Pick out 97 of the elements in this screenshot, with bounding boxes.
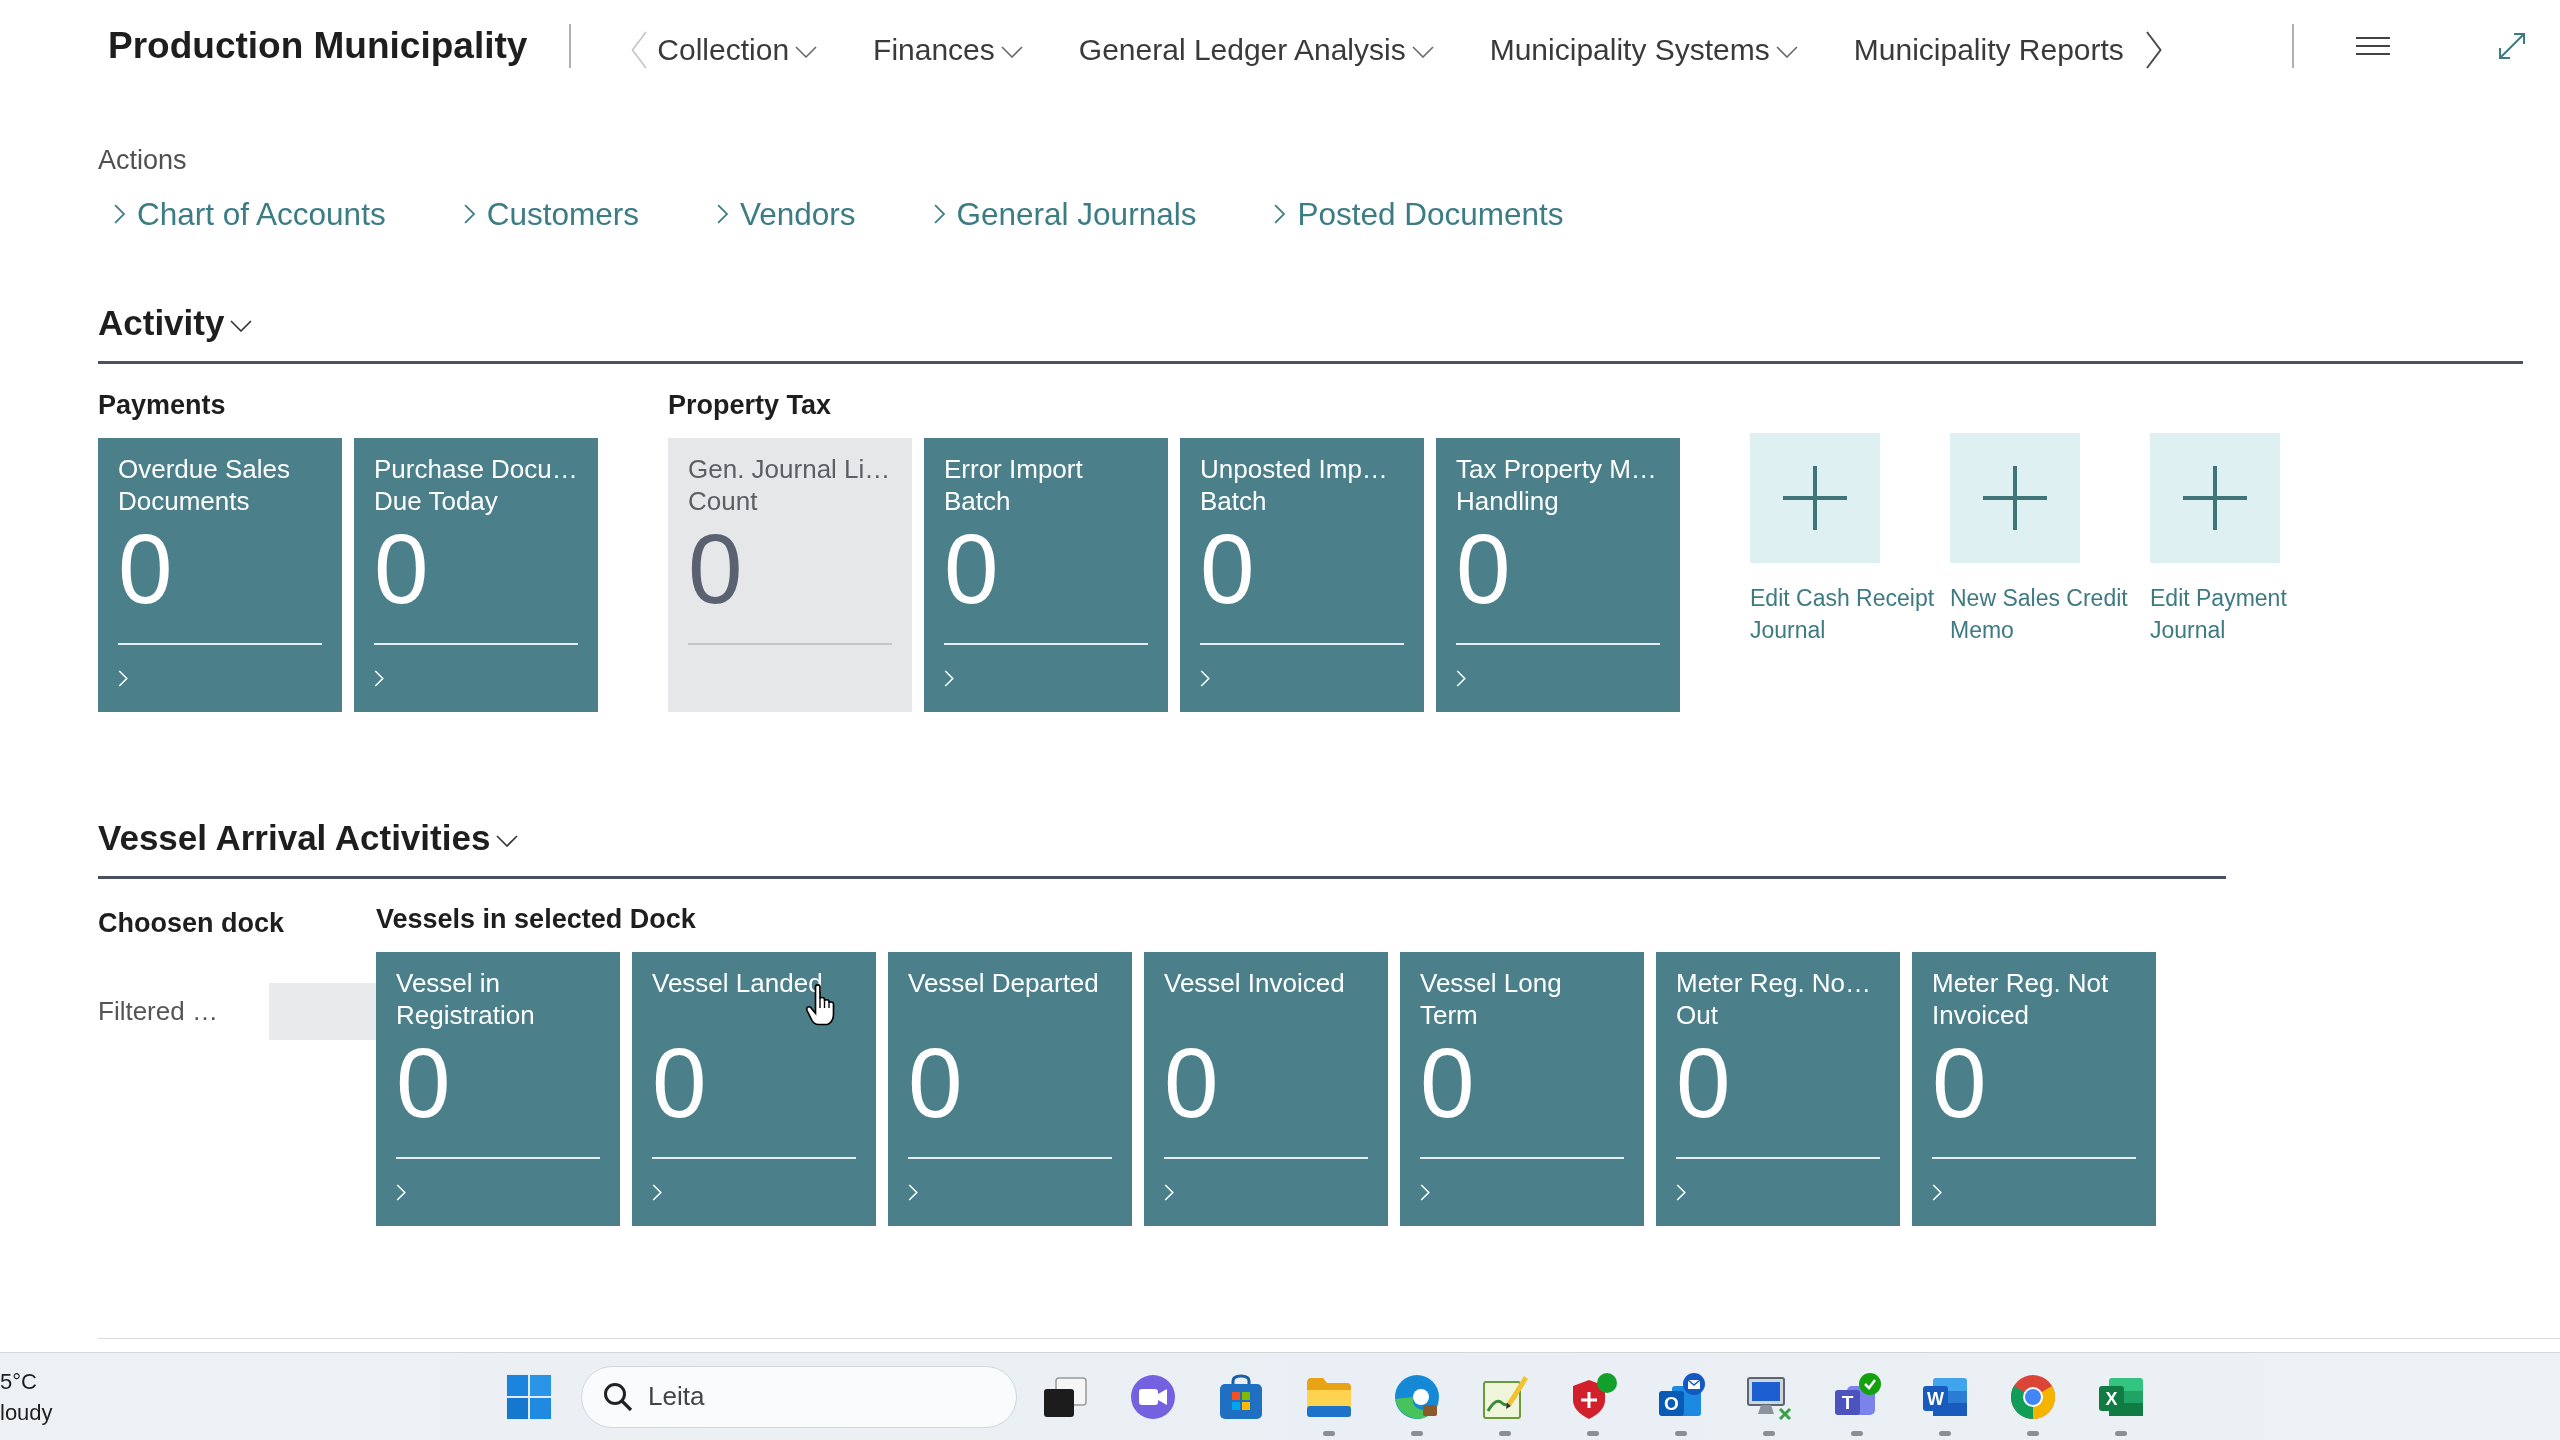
section-toggle[interactable]: Vessel Arrival Activities <box>98 816 519 860</box>
action-link[interactable]: Customers <box>447 196 639 232</box>
chevron-right-icon <box>1200 670 1210 687</box>
nav-menu[interactable]: Municipality Reports <box>1853 33 2124 67</box>
search-icon <box>603 1381 633 1412</box>
tile-title: Unposted Imp… Batch <box>1200 453 1388 517</box>
store-bag-icon[interactable] <box>1217 1372 1265 1421</box>
nav-menu[interactable]: Collection <box>657 33 818 67</box>
cue-tile[interactable]: Vessel Landed 0 <box>632 952 876 1226</box>
tile-count: 0 <box>1420 1033 1475 1133</box>
chevron-right-icon <box>396 1184 406 1201</box>
tile-count: 0 <box>908 1033 963 1133</box>
cue-tile[interactable]: Meter Reg. No… Out 0 <box>1656 952 1900 1226</box>
action-link[interactable]: New Sales Credit Memo <box>1950 582 2146 646</box>
swirl-browser-icon[interactable] <box>1393 1372 1441 1421</box>
action-link[interactable]: Edit Payment Journal <box>2150 582 2346 646</box>
chevron-right-icon <box>1676 1184 1686 1201</box>
tile-title: Purchase Docu… Due Today <box>374 453 578 517</box>
tile-title: Meter Reg. No… Out <box>1676 967 1872 1031</box>
action-tile[interactable] <box>1950 433 2080 563</box>
action-link[interactable]: Posted Documents <box>1258 196 1564 232</box>
chevron-right-icon <box>1456 670 1466 687</box>
tile-title: Vessel Invoiced <box>1164 967 1345 999</box>
tile-count: 0 <box>374 519 429 619</box>
input-field[interactable] <box>269 983 376 1040</box>
field-label: Filtered … <box>98 996 219 1027</box>
cue-tile[interactable]: Vessel Invoiced 0 <box>1144 952 1388 1226</box>
tile-title: Vessel Departed <box>908 967 1099 999</box>
action-link[interactable]: General Journals <box>917 196 1197 232</box>
cue-tile[interactable]: Meter Reg. Not Invoiced 0 <box>1912 952 2156 1226</box>
cue-tile[interactable]: Overdue Sales Documents 0 <box>98 438 342 712</box>
tile-count: 0 <box>944 519 999 619</box>
tile-count: 0 <box>118 519 173 619</box>
cue-tile[interactable]: Error Import Batch 0 <box>924 438 1168 712</box>
chevron-right-icon <box>652 1184 662 1201</box>
action-tile[interactable] <box>2150 433 2280 563</box>
tile-count: 0 <box>1932 1033 1987 1133</box>
tile-count: 0 <box>1164 1033 1219 1133</box>
tile-title: Meter Reg. Not Invoiced <box>1932 967 2109 1031</box>
app-title: Production Municipality <box>108 25 528 67</box>
chevron-right-icon <box>716 204 728 224</box>
tile-title: Vessel in Registration <box>396 967 535 1031</box>
plus-icon <box>1983 466 2047 530</box>
tile-title: Error Import Batch <box>944 453 1083 517</box>
cue-tile[interactable]: Purchase Docu… Due Today 0 <box>354 438 598 712</box>
chevron-right-icon <box>1932 1184 1942 1201</box>
search-field[interactable]: Leita <box>581 1365 1017 1428</box>
action-link[interactable]: Edit Cash Receipt Journal <box>1750 582 1946 646</box>
chevron-right-icon <box>374 670 384 687</box>
chevron-right-icon <box>118 670 128 687</box>
group-title: Choosen dock <box>98 907 286 940</box>
cue-tile[interactable]: Gen. Journal Li… Count 0 <box>668 438 912 712</box>
cue-tile[interactable]: Unposted Imp… Batch 0 <box>1180 438 1424 712</box>
actions-label: Actions <box>98 144 187 177</box>
group-title: Vessels in selected Dock <box>376 903 697 936</box>
weather-condition: loudy <box>0 1398 53 1427</box>
expand-icon[interactable] <box>2497 31 2527 61</box>
start-icon[interactable] <box>506 1373 552 1420</box>
chevron-right-icon <box>1420 1184 1430 1201</box>
nav-menu[interactable]: Finances <box>873 33 1023 67</box>
tile-count: 0 <box>652 1033 707 1133</box>
action-tile[interactable] <box>1750 433 1880 563</box>
action-link[interactable]: Chart of Accounts <box>98 196 386 232</box>
cue-tile[interactable]: Vessel in Registration 0 <box>376 952 620 1226</box>
chevron-right-icon <box>944 670 954 687</box>
nav-menu[interactable]: Municipality Systems <box>1489 33 1798 67</box>
section-toggle[interactable]: Activity <box>98 301 253 345</box>
tile-count: 0 <box>396 1033 451 1133</box>
group-title: Property Tax <box>668 389 833 422</box>
nav-menu[interactable]: General Ledger Analysis <box>1078 33 1434 67</box>
tile-title: Tax Property M… Handling <box>1456 453 1657 517</box>
menu-icon[interactable] <box>2356 36 2390 56</box>
cue-tile[interactable]: Vessel Departed 0 <box>888 952 1132 1226</box>
chevron-right-icon <box>1274 204 1286 224</box>
chevron-right-icon <box>1164 1184 1174 1201</box>
plus-icon <box>1783 466 1847 530</box>
tile-count: 0 <box>1456 519 1511 619</box>
action-link[interactable]: Vendors <box>700 196 856 232</box>
weather-temperature: 5°C <box>0 1367 37 1396</box>
chevron-right-icon <box>114 204 125 224</box>
tile-count: 0 <box>688 519 743 619</box>
tile-count: 0 <box>1676 1033 1731 1133</box>
tile-title: Overdue Sales Documents <box>118 453 290 517</box>
video-chat-icon[interactable] <box>1129 1372 1177 1421</box>
tile-title: Vessel Landed <box>652 967 823 999</box>
browser-icon[interactable] <box>2009 1372 2057 1421</box>
group-title: Payments <box>98 389 227 422</box>
chevron-right-icon <box>908 1184 918 1201</box>
tile-title: Gen. Journal Li… Count <box>688 453 891 517</box>
tile-count: 0 <box>1200 519 1255 619</box>
chevron-right-icon[interactable] <box>2145 31 2162 69</box>
plus-icon <box>2183 466 2247 530</box>
tile-title: Vessel Long Term <box>1420 967 1562 1031</box>
cue-tile[interactable]: Tax Property M… Handling 0 <box>1436 438 1680 712</box>
chevron-right-icon <box>933 204 945 224</box>
chevron-right-icon <box>463 204 475 224</box>
cue-tile[interactable]: Vessel Long Term 0 <box>1400 952 1644 1226</box>
